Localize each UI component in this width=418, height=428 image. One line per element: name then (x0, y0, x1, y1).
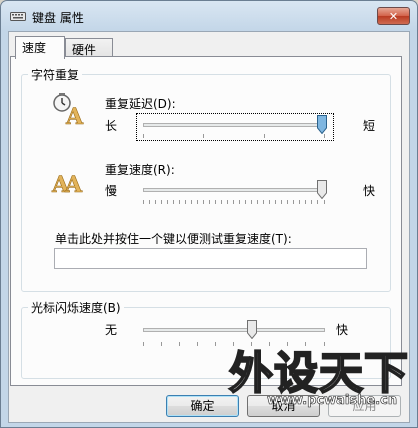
repeat-delay-icon: A (53, 93, 84, 127)
repeat-rate-max-label: 快 (363, 184, 376, 198)
repeat-delay-max-label: 短 (363, 119, 376, 133)
cursor-blink-slider-thumb[interactable] (247, 320, 258, 339)
cursor-blink-max-label: 快 (336, 323, 349, 337)
repeat-rate-slider-thumb[interactable] (317, 180, 327, 199)
close-icon: ✕ (388, 9, 399, 23)
tab-speed-label: 速度 (22, 41, 47, 55)
char-repeat-legend: 字符重复 (31, 68, 80, 82)
repeat-rate-label: 重复速度(R): (105, 163, 175, 177)
svg-text:A: A (65, 104, 84, 127)
repeat-test-label: 单击此处并按住一个键以便测试重复速度(T): (55, 232, 292, 246)
speed-tab-panel: 字符重复 A 重复延迟(D): 长 短 A A 重复速度(R): 慢 快 单击此… (10, 56, 402, 386)
cancel-button[interactable]: 取消 (247, 395, 320, 417)
svg-text:A: A (64, 172, 83, 197)
tab-hardware-label: 硬件 (72, 43, 97, 57)
cursor-blink-track[interactable] (143, 328, 325, 332)
tab-hardware[interactable]: 硬件 (65, 38, 113, 58)
repeat-rate-min-label: 慢 (105, 184, 118, 198)
repeat-rate-track[interactable] (143, 188, 325, 192)
keyboard-icon (10, 12, 26, 21)
repeat-delay-label: 重复延迟(D): (105, 97, 176, 111)
cursor-blink-ticks (143, 342, 325, 346)
cursor-blink-group: 光标闪烁速度(B) (21, 299, 391, 379)
dialog-window: 键盘 属性 ✕ 速度 硬件 字符重复 A 重复延迟(D): 长 短 A A 重复… (0, 0, 418, 428)
repeat-delay-ticks (143, 134, 325, 138)
cursor-blink-min-label: 无 (105, 323, 118, 337)
repeat-rate-ticks (143, 200, 325, 204)
cursor-blink-legend: 光标闪烁速度(B) (31, 301, 121, 315)
repeat-delay-slider-thumb[interactable] (317, 115, 327, 134)
tab-speed[interactable]: 速度 (15, 36, 65, 59)
title-bar[interactable]: 键盘 属性 ✕ (1, 1, 417, 31)
window-title: 键盘 属性 (32, 11, 84, 25)
repeat-delay-track[interactable] (143, 123, 325, 127)
repeat-delay-min-label: 长 (105, 119, 118, 133)
close-button[interactable]: ✕ (377, 7, 410, 25)
repeat-test-input[interactable] (54, 248, 367, 269)
ok-button[interactable]: 确定 (166, 395, 239, 417)
apply-button[interactable]: 应用 (328, 395, 401, 417)
repeat-rate-icon: A A (51, 172, 83, 197)
